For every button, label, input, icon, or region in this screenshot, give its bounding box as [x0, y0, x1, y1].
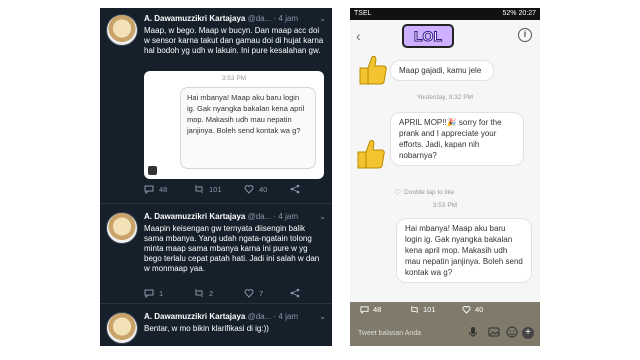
retweet-counter[interactable]: 101	[410, 305, 436, 314]
author-name[interactable]: A. Dawamuzzikri Kartajaya	[144, 14, 245, 23]
avatar[interactable]	[106, 14, 138, 46]
tweet-time: · 4 jam	[273, 14, 298, 23]
author-handle: @da...	[247, 14, 272, 23]
retweet-count: 101	[423, 305, 436, 314]
avatar[interactable]	[106, 312, 138, 344]
author-name[interactable]: A. Dawamuzzikri Kartajaya	[144, 312, 245, 321]
attached-image[interactable]: 3:53 PM Hai mbanya! Maap aku baru login …	[144, 71, 324, 179]
embed-message-bubble: Hai mbanya! Maap aku baru login ig. Gak …	[180, 87, 316, 169]
like-count: 40	[475, 305, 484, 314]
double-tap-hint: ♡ Double tap to like	[394, 188, 454, 197]
timestamp-yesterday: Yesterday, 9:32 PM	[416, 94, 473, 101]
retweet-icon	[195, 185, 203, 193]
embed-timestamp: 3:53 PM	[221, 75, 247, 82]
heart-outline-icon[interactable]: ♡	[394, 188, 401, 197]
reply-input[interactable]: Tweet balasan Anda	[358, 330, 421, 337]
tweet-time: · 4 jam	[273, 312, 298, 321]
retweet-count: 101	[209, 184, 222, 194]
reply-icon	[360, 306, 369, 314]
tweet-actions: 1 2 7	[144, 288, 324, 300]
tweet-header: A. Dawamuzzikri Kartajaya @da... · 4 jam	[144, 312, 298, 321]
share-button[interactable]	[290, 184, 300, 194]
tweet-time: · 4 jam	[273, 212, 298, 221]
like-button[interactable]: 40	[244, 184, 267, 194]
author-handle: @da...	[247, 212, 272, 221]
tweet-actions: 48 101 40	[144, 184, 324, 196]
gallery-icon	[148, 166, 157, 175]
like-count: 40	[259, 184, 268, 194]
tweet-3[interactable]: A. Dawamuzzikri Kartajaya @da... · 4 jam…	[100, 304, 332, 346]
reply-button[interactable]: 48	[144, 184, 167, 194]
reply-icon	[144, 185, 154, 194]
tweet-header: A. Dawamuzzikri Kartajaya @da... · 4 jam	[144, 14, 298, 23]
reply-count: 1	[159, 288, 164, 298]
tweet-text: Bentar, w mo bikin klarifikasi di ig:))	[144, 324, 269, 333]
share-button[interactable]	[290, 288, 300, 298]
chevron-down-icon[interactable]: ⌄	[319, 212, 326, 221]
retweet-icon	[411, 305, 418, 314]
tweet-header: A. Dawamuzzikri Kartajaya @da... · 4 jam	[144, 212, 298, 221]
tweet-1[interactable]: A. Dawamuzzikri Kartajaya @da... · 4 jam…	[100, 8, 332, 204]
screenshot-collage: A. Dawamuzzikri Kartajaya @da... · 4 jam…	[0, 0, 640, 360]
author-handle: @da...	[247, 312, 272, 321]
back-arrow-icon[interactable]: ‹	[356, 28, 361, 44]
reply-counter[interactable]: 48	[360, 305, 381, 314]
reply-count: 48	[373, 305, 382, 314]
like-counter[interactable]: 40	[462, 305, 483, 314]
image-icon[interactable]	[488, 326, 500, 338]
message-bubble-2[interactable]: APRIL MOP!!🎉 sorry for the prank and I a…	[390, 112, 524, 166]
reply-button[interactable]: 1	[144, 288, 163, 298]
heart-icon	[244, 185, 254, 194]
thumbs-up-icon	[359, 55, 387, 85]
status-bar: TSEL 52% 20:27	[350, 8, 540, 20]
share-icon	[290, 288, 300, 298]
reply-composer: 48 101 40 Tweet balasan Anda +	[350, 302, 540, 346]
thumbs-up-icon	[357, 139, 385, 169]
add-button[interactable]: +	[522, 327, 534, 339]
battery-time: 52% 20:27	[502, 10, 536, 17]
tweet-text: Maap, w bego. Maap w bucyn. Dan maap acc…	[144, 26, 324, 55]
double-tap-label: Double tap to like	[404, 189, 455, 196]
emoji-icon[interactable]	[506, 326, 518, 338]
reply-icon	[144, 289, 154, 298]
twitter-thread-panel: A. Dawamuzzikri Kartajaya @da... · 4 jam…	[100, 8, 332, 346]
lol-sticker: LOL	[402, 24, 454, 48]
message-bubble-3[interactable]: Hai mbanya! Maap aku baru login ig. Gak …	[396, 218, 532, 283]
message-bubble-1[interactable]: Maap gajadi, kamu jele	[390, 60, 494, 81]
tweet-2[interactable]: A. Dawamuzzikri Kartajaya @da... · 4 jam…	[100, 204, 332, 304]
like-count: 7	[259, 288, 264, 298]
heart-icon	[244, 289, 254, 298]
microphone-icon[interactable]	[468, 326, 478, 338]
retweet-button[interactable]: 101	[194, 184, 222, 194]
chevron-down-icon[interactable]: ⌄	[319, 14, 326, 23]
instagram-dm-panel: TSEL 52% 20:27 ‹ LOL i Maap gajadi, kamu…	[350, 8, 540, 346]
timestamp-353: 3:53 PM	[432, 202, 458, 209]
like-button[interactable]: 7	[244, 288, 263, 298]
retweet-count: 2	[209, 288, 214, 298]
chevron-down-icon[interactable]: ⌄	[319, 312, 326, 321]
retweet-icon	[195, 289, 203, 297]
avatar[interactable]	[106, 212, 138, 244]
heart-icon	[462, 306, 471, 314]
tweet-text: Maapin keisengan gw ternyata diisengin b…	[144, 224, 320, 273]
info-icon[interactable]: i	[518, 28, 532, 42]
carrier-label: TSEL	[354, 10, 372, 17]
author-name[interactable]: A. Dawamuzzikri Kartajaya	[144, 212, 245, 221]
retweet-button[interactable]: 2	[194, 288, 213, 298]
reply-count: 48	[159, 184, 168, 194]
share-icon	[290, 184, 300, 194]
